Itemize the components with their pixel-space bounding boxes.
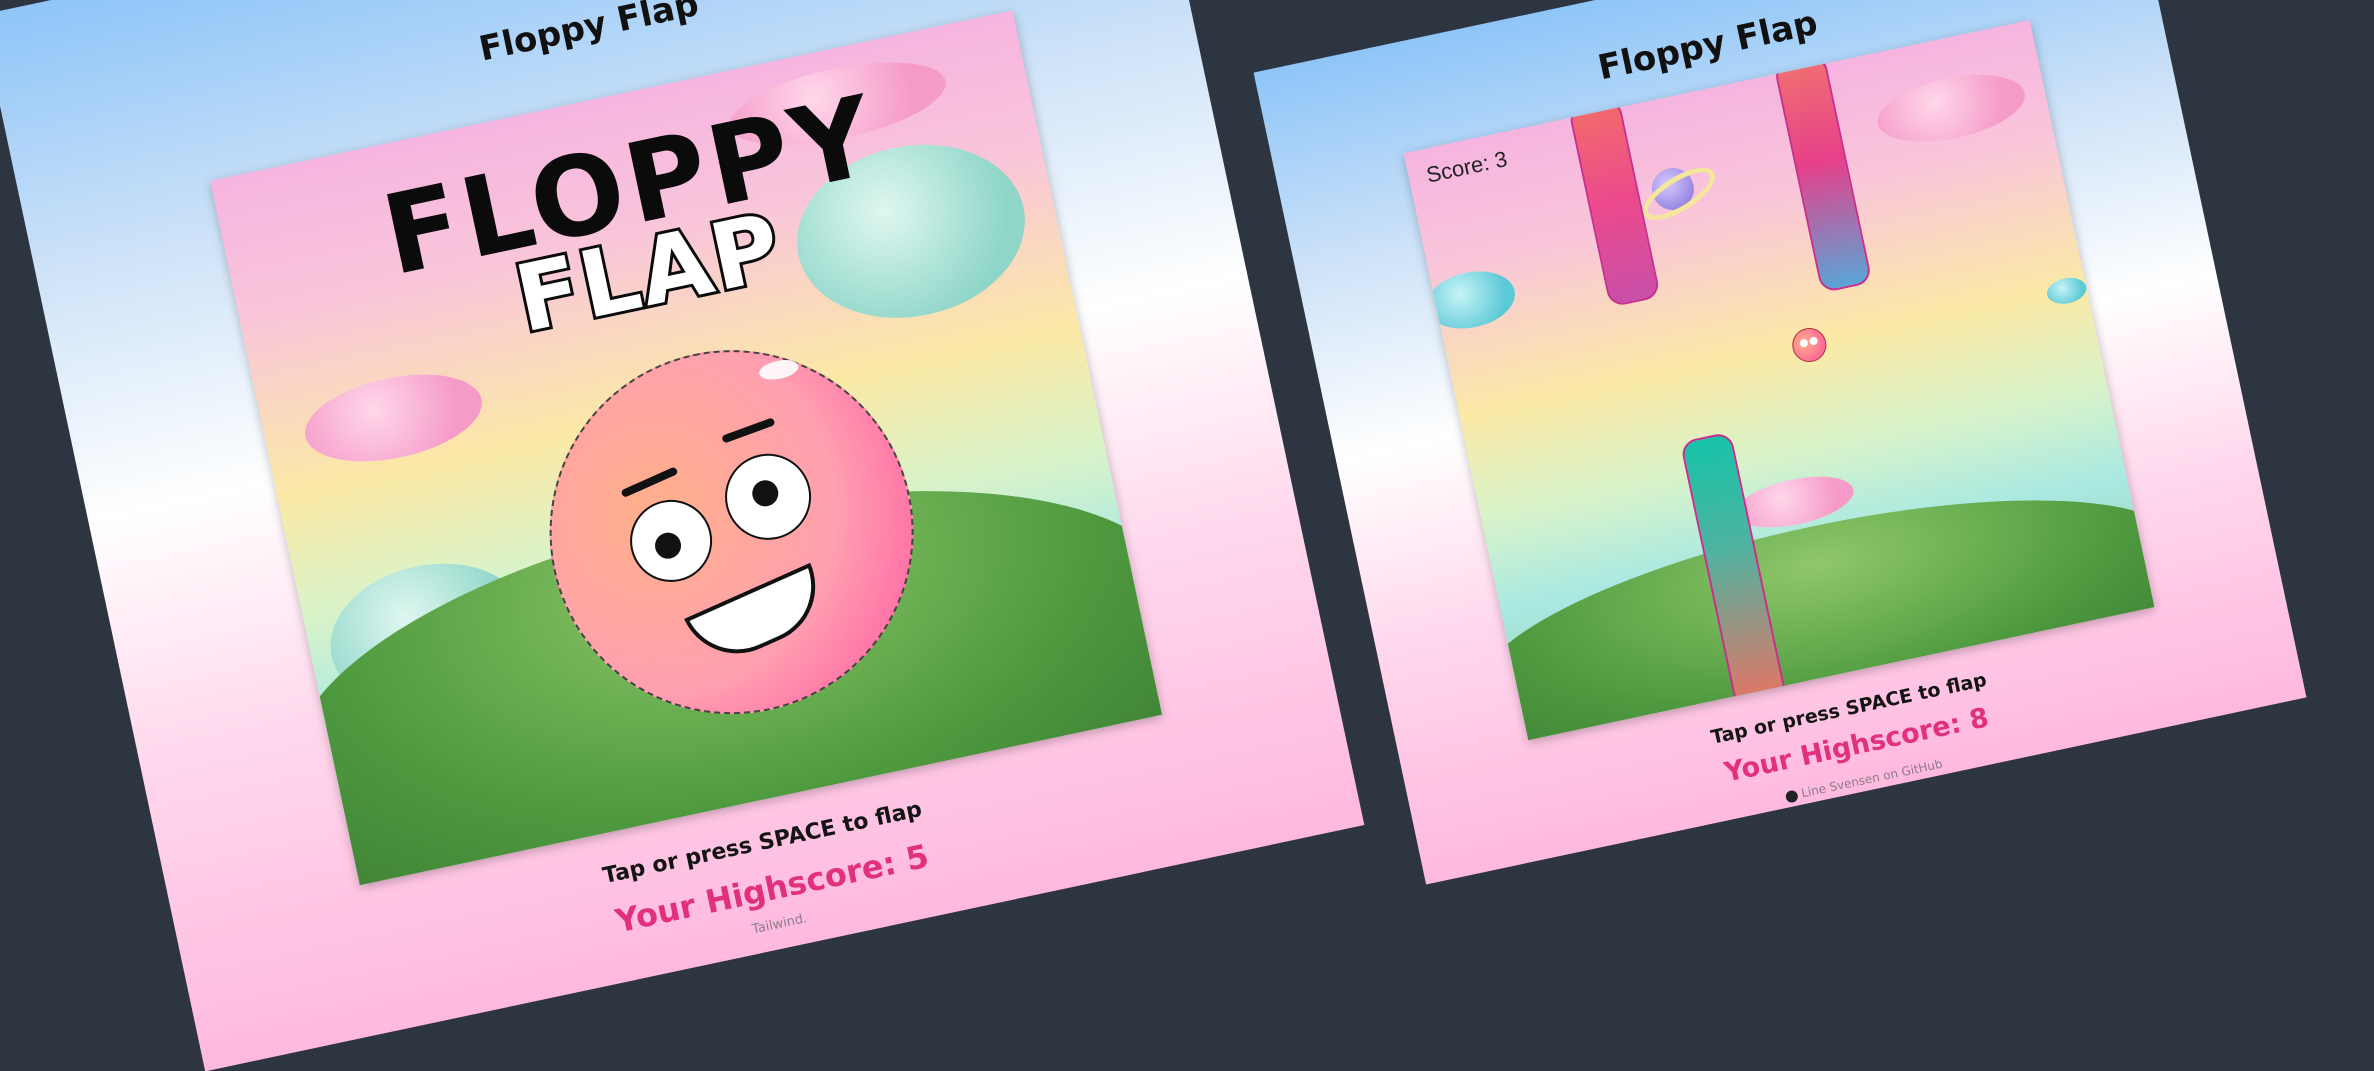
bird-eye	[1799, 338, 1809, 348]
cloud	[1420, 263, 1521, 337]
grin-mouth	[684, 562, 834, 672]
gameplay-panel: Floppy Flap ✦ Score: 3 Tap or press SPAC…	[1253, 0, 2307, 885]
game-canvas[interactable]: ✦ Score: 3	[1403, 20, 2155, 741]
pupil-right	[749, 477, 781, 509]
eye-left	[622, 492, 720, 590]
pupil-left	[652, 530, 684, 562]
start-screen-panel: Floppy Flap FLOPPY FLAP Tap or press SPA…	[0, 0, 1365, 1071]
cloud	[1871, 63, 2031, 154]
eyebrow-right	[721, 417, 776, 444]
cloud	[2044, 274, 2089, 308]
eye-right	[717, 445, 820, 548]
face-shine	[757, 356, 801, 383]
start-screen-canvas[interactable]: FLOPPY FLAP	[210, 10, 1162, 886]
bird-eye	[1808, 336, 1819, 346]
eyebrow-left	[620, 466, 679, 499]
github-icon	[1784, 788, 1799, 804]
heart-icon: ♥	[1916, 784, 1931, 801]
pipe-top-2	[1773, 53, 1873, 294]
score-counter: Score: 3	[1424, 146, 1510, 188]
player-bird	[1789, 324, 1830, 366]
